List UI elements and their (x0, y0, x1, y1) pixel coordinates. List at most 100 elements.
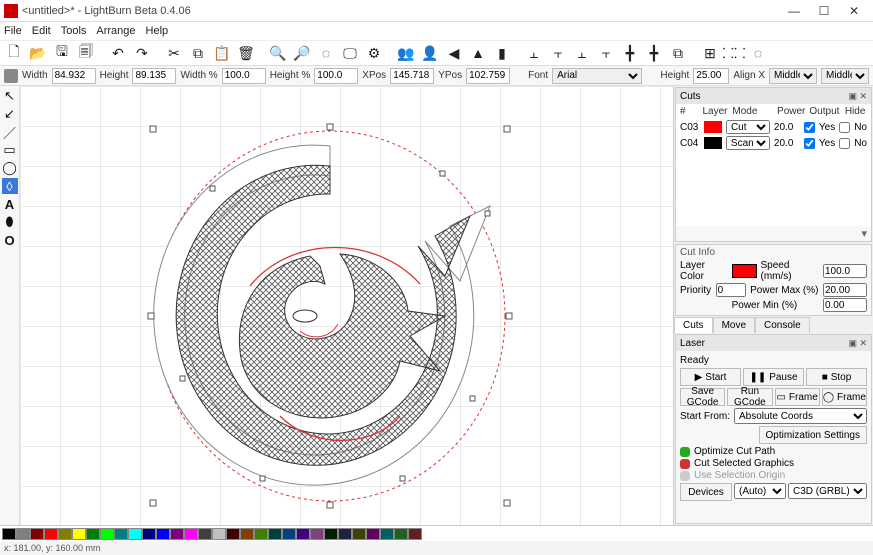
send-icon[interactable]: ◀ (444, 43, 464, 63)
color-swatch[interactable] (352, 528, 366, 540)
heightpct-input[interactable] (314, 68, 358, 84)
polygon-tool-icon[interactable]: ◊ (2, 178, 18, 194)
new-icon[interactable]: 🗋 (4, 43, 24, 63)
tab-cuts[interactable]: Cuts (674, 317, 713, 333)
preview-icon[interactable]: 🖵 (340, 43, 360, 63)
color-swatch[interactable] (170, 528, 184, 540)
row-color-swatch[interactable] (704, 137, 722, 149)
color-swatch[interactable] (310, 528, 324, 540)
zoomin-icon[interactable]: 🔍 (268, 43, 288, 63)
color-swatch[interactable] (114, 528, 128, 540)
text-tool-icon[interactable]: A (2, 196, 18, 212)
font-select[interactable]: Arial (552, 68, 642, 84)
open-icon[interactable]: 📂 (28, 43, 48, 63)
mirror-h-icon[interactable]: ▲ (468, 43, 488, 63)
menu-help[interactable]: Help (146, 25, 169, 37)
canvas[interactable] (20, 86, 673, 525)
color-swatch[interactable] (128, 528, 142, 540)
color-swatch[interactable] (86, 528, 100, 540)
color-swatch[interactable] (296, 528, 310, 540)
color-swatch[interactable] (184, 528, 198, 540)
group-icon[interactable]: 👥 (396, 43, 416, 63)
oframe-button[interactable]: ◯Frame (822, 388, 867, 406)
start-button[interactable]: ▶Start (680, 368, 741, 386)
row-output-check[interactable] (804, 138, 815, 149)
maximize-button[interactable]: ☐ (809, 1, 839, 21)
copy-icon[interactable]: ⧉ (188, 43, 208, 63)
stop-button[interactable]: ■Stop (806, 368, 867, 386)
ungroup-icon[interactable]: 👤 (420, 43, 440, 63)
frame-button[interactable]: ▭Frame (775, 388, 820, 406)
device-select[interactable]: C3D (GRBL) (788, 483, 867, 499)
menu-tools[interactable]: Tools (61, 25, 87, 37)
pmin-input[interactable] (823, 298, 867, 312)
color-swatch[interactable] (212, 528, 226, 540)
color-swatch[interactable] (100, 528, 114, 540)
row-mode-select[interactable]: Scan (726, 136, 770, 150)
align-middle-icon[interactable]: ╋ (644, 43, 664, 63)
speed-input[interactable] (823, 264, 867, 278)
color-swatch[interactable] (16, 528, 30, 540)
widthpct-input[interactable] (222, 68, 266, 84)
color-swatch[interactable] (408, 528, 422, 540)
startfrom-select[interactable]: Absolute Coords (734, 408, 867, 424)
cuts-row[interactable]: C04 Scan 20.0 Yes No (676, 135, 871, 151)
color-swatch[interactable] (268, 528, 282, 540)
minimize-button[interactable]: — (779, 1, 809, 21)
pmax-input[interactable] (823, 283, 867, 297)
color-swatch[interactable] (226, 528, 240, 540)
optsettings-button[interactable]: Optimization Settings (759, 426, 868, 444)
priority-input[interactable] (716, 283, 746, 297)
xpos-input[interactable] (390, 68, 434, 84)
rect-tool-icon[interactable]: ▭ (2, 142, 18, 158)
distribute-icon[interactable]: ⧉ (668, 43, 688, 63)
zoomselect-icon[interactable]: ◌ (316, 43, 336, 63)
savegcode-button[interactable]: Save GCode (680, 388, 725, 406)
ypos-input[interactable] (466, 68, 510, 84)
rungcode-button[interactable]: Run GCode (727, 388, 772, 406)
save-icon[interactable]: 🖫 (52, 43, 72, 63)
color-swatch[interactable] (324, 528, 338, 540)
color-swatch[interactable] (338, 528, 352, 540)
menu-arrange[interactable]: Arrange (96, 25, 135, 37)
cuts-expand-icon[interactable]: ▾ (676, 226, 871, 241)
row-hide-check[interactable] (839, 122, 850, 133)
pause-button[interactable]: ❚❚Pause (743, 368, 804, 386)
color-swatch[interactable] (142, 528, 156, 540)
width-input[interactable] (52, 68, 96, 84)
color-swatch[interactable] (394, 528, 408, 540)
grid-icon[interactable]: ⊞ (700, 43, 720, 63)
laser-panel-controls[interactable]: ▣ ✕ (848, 338, 867, 349)
height-input[interactable] (132, 68, 176, 84)
artwork-selection[interactable] (140, 116, 520, 516)
cutsel-toggle[interactable] (680, 459, 690, 469)
color-swatch[interactable] (58, 528, 72, 540)
paste-icon[interactable]: 📋 (212, 43, 232, 63)
color-swatch[interactable] (240, 528, 254, 540)
menu-file[interactable]: File (4, 25, 22, 37)
cuts-panel-controls[interactable]: ▣ ✕ (848, 91, 867, 102)
import-icon[interactable]: 🗐 (76, 43, 96, 63)
color-swatch[interactable] (44, 528, 58, 540)
delete-icon[interactable]: 🗑 (236, 43, 256, 63)
port-select[interactable]: (Auto) (734, 483, 786, 499)
mirror-v-icon[interactable]: ▮ (492, 43, 512, 63)
zoomout-icon[interactable]: 🔎 (292, 43, 312, 63)
color-swatch[interactable] (30, 528, 44, 540)
color-swatch[interactable] (198, 528, 212, 540)
color-swatch[interactable] (72, 528, 86, 540)
align-center-icon[interactable]: ╋ (620, 43, 640, 63)
settings-icon[interactable]: ⚙ (364, 43, 384, 63)
color-swatch[interactable] (366, 528, 380, 540)
row-hide-check[interactable] (839, 138, 850, 149)
row-color-swatch[interactable] (704, 121, 722, 133)
ellipse-tool-icon[interactable]: ◯ (2, 160, 18, 176)
lock-icon[interactable] (4, 69, 18, 83)
menu-edit[interactable]: Edit (32, 25, 51, 37)
usesel-toggle[interactable] (680, 471, 690, 481)
select-tool-icon[interactable]: ↖ (2, 88, 18, 104)
color-swatch[interactable] (2, 528, 16, 540)
align-right-icon[interactable]: ⫟ (548, 43, 568, 63)
dots-icon[interactable]: ⸬⸬ (724, 43, 744, 63)
color-swatch[interactable] (282, 528, 296, 540)
